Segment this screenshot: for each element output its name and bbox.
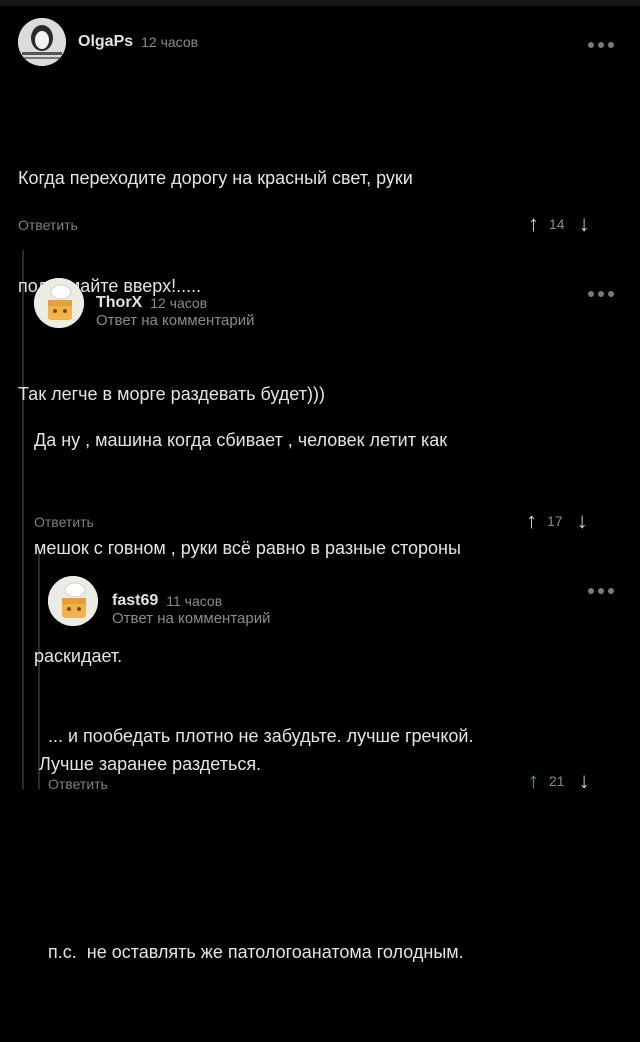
author-name[interactable]: OlgaPs [78, 33, 133, 51]
comment-text-line: ... и пообедать плотно не забудьте. лучш… [48, 726, 474, 746]
comment-text: ... и пообедать плотно не забудьте. лучш… [48, 646, 473, 1042]
reply-to-label[interactable]: Ответ на комментарий [96, 312, 254, 329]
avatar-image [48, 576, 98, 626]
avatar-image [18, 18, 66, 66]
comment-header: OlgaPs 12 часов [18, 18, 198, 66]
avatar[interactable] [48, 576, 98, 626]
avatar[interactable] [18, 18, 66, 66]
reply-button[interactable]: Ответить [18, 217, 78, 233]
avatar[interactable] [34, 278, 84, 328]
author-name[interactable]: fast69 [112, 592, 158, 610]
reply-button[interactable]: Ответить [34, 514, 94, 530]
arrow-down-icon[interactable]: ↓ [579, 213, 590, 235]
vote-score: 17 [547, 513, 563, 529]
arrow-up-icon[interactable]: ↑ [528, 213, 539, 235]
comment-time: 12 часов [150, 295, 208, 311]
vote-controls: ↑ 14 ↓ [528, 213, 590, 235]
author-name[interactable]: ThorX [96, 294, 142, 312]
comment-text-line: п.с. не оставлять же патологоанатома гол… [48, 942, 464, 962]
comment-text-line: Когда переходите дорогу на красный свет,… [18, 168, 413, 188]
comment-text-line: Да ну , машина когда сбивает , человек л… [34, 430, 448, 450]
comment-text-line [48, 826, 473, 862]
comment-text-line: мешок с говном , руки всё равно в разные… [34, 538, 461, 558]
avatar-image [34, 278, 84, 328]
vote-score: 21 [549, 773, 565, 789]
more-icon[interactable] [588, 588, 614, 594]
top-divider [0, 0, 640, 6]
comment-time: 12 часов [141, 34, 199, 50]
reply-button[interactable]: Ответить [48, 776, 108, 792]
vote-score: 14 [549, 216, 565, 232]
more-icon[interactable] [588, 291, 614, 297]
reply-to-label[interactable]: Ответ на комментарий [112, 610, 270, 627]
vote-controls: ↑ 17 ↓ [526, 510, 588, 532]
arrow-down-icon[interactable]: ↓ [577, 510, 588, 532]
more-icon[interactable] [588, 42, 614, 48]
comment-time: 11 часов [166, 593, 223, 609]
arrow-up-icon[interactable]: ↑ [526, 510, 537, 532]
